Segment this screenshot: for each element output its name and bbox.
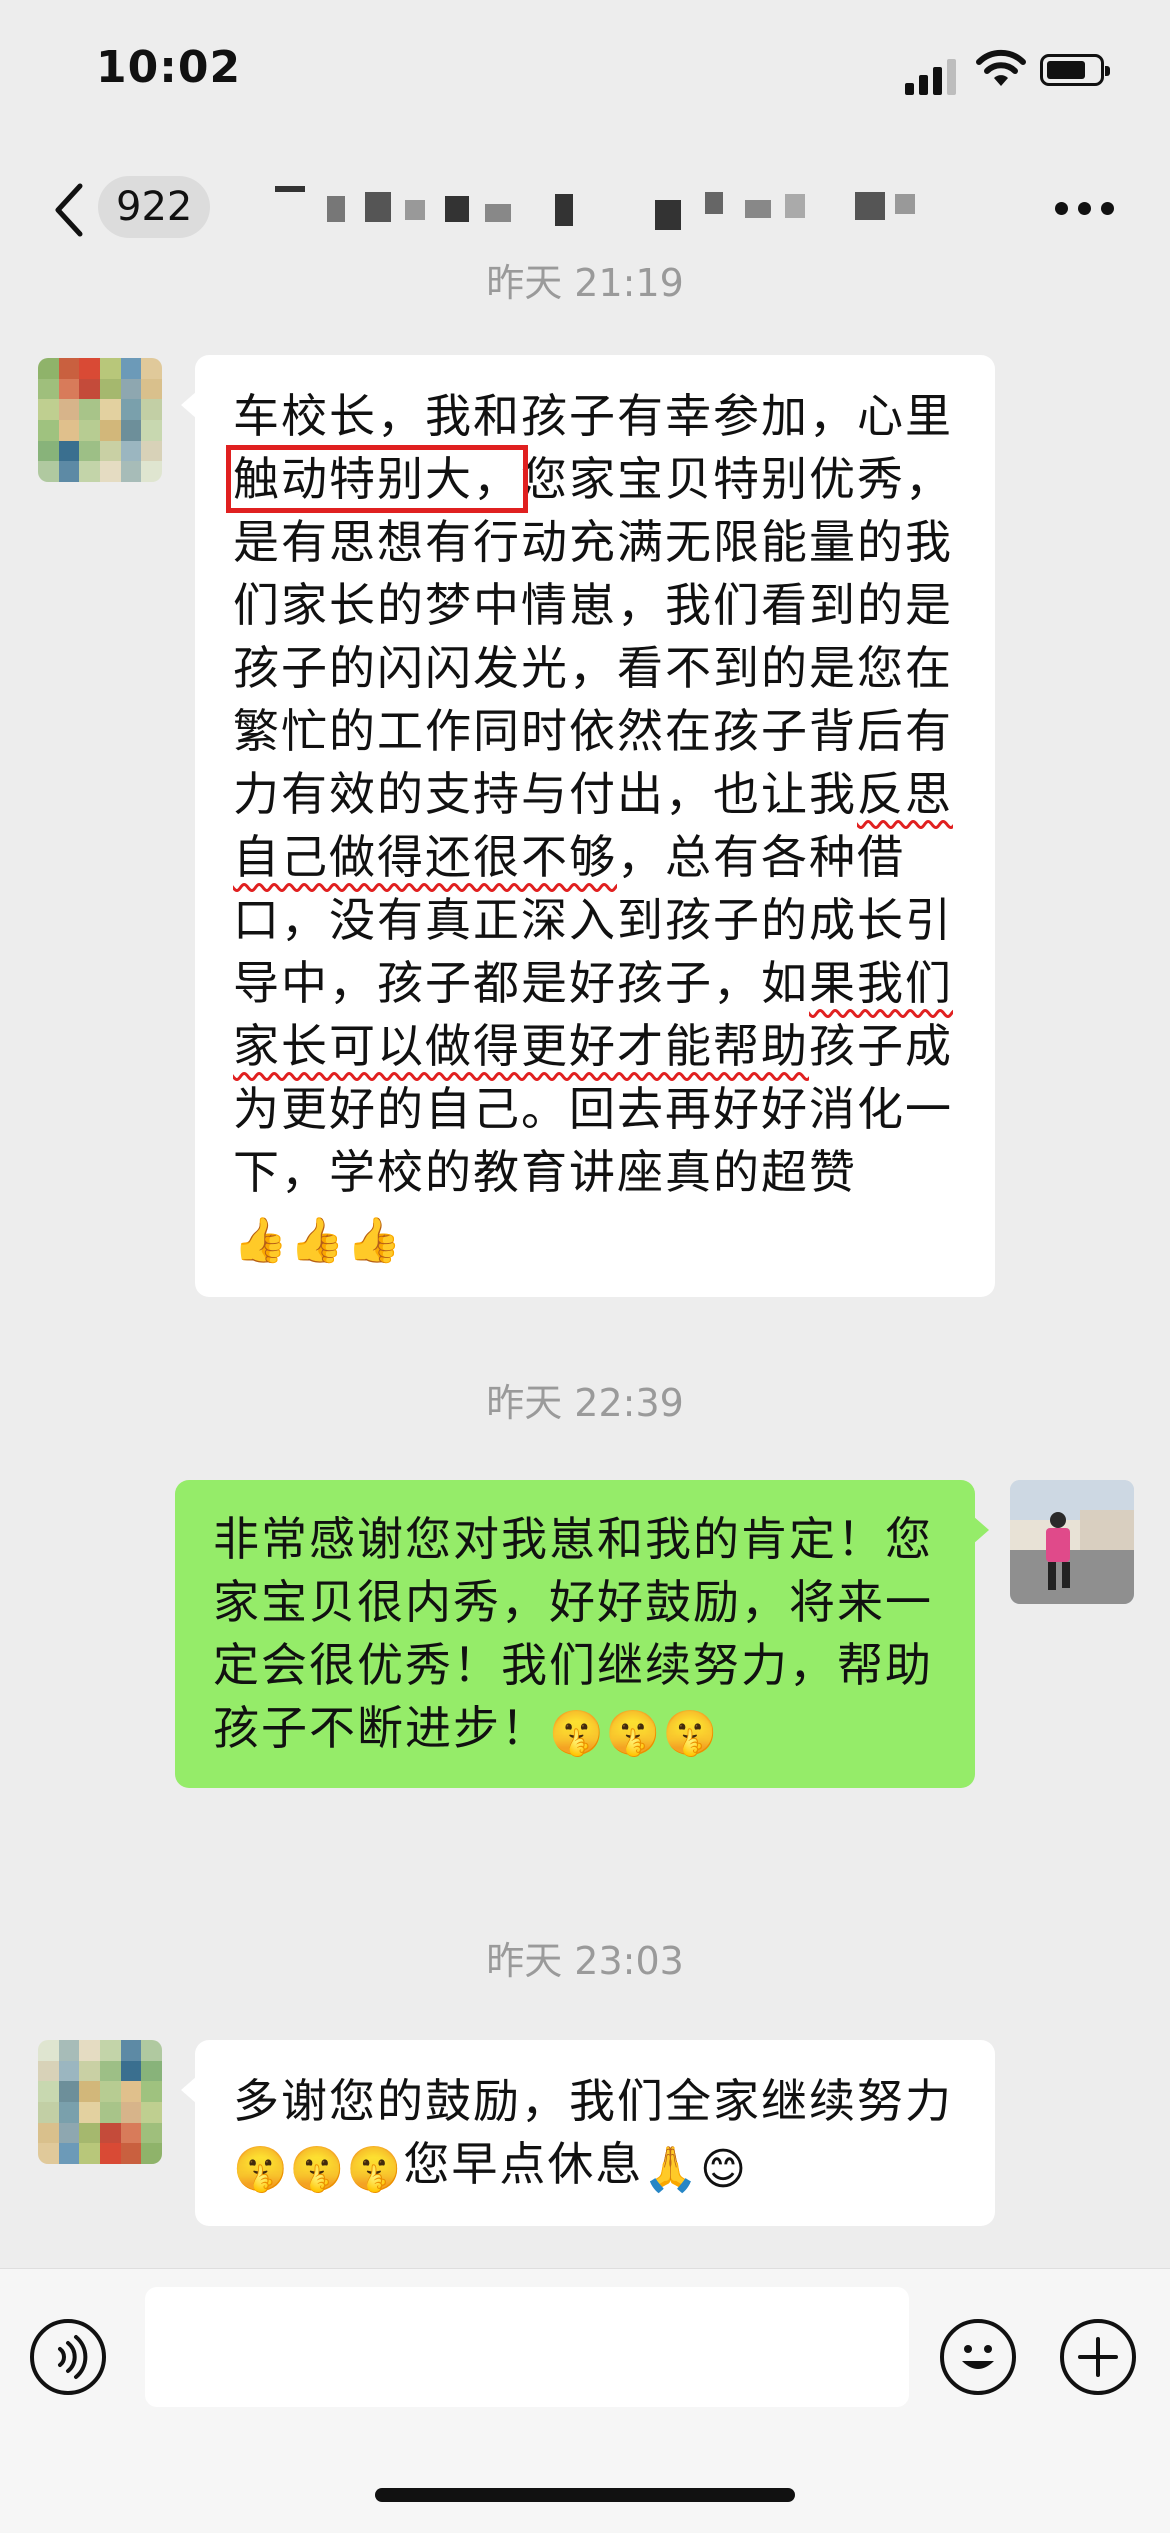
emoji-group: 🙏😊 — [643, 2144, 749, 2195]
avatar[interactable] — [38, 2040, 162, 2164]
plus-icon[interactable] — [1060, 2319, 1136, 2395]
unread-count-badge[interactable]: 922 — [98, 176, 211, 238]
emoji-icon[interactable] — [940, 2319, 1016, 2395]
message-text: 非常感谢您对我崽和我的肯定！您家宝贝很内秀，好好鼓励，将来一定会很优秀！我们继续… — [213, 1508, 941, 1760]
status-bar: 10:02 — [0, 0, 1170, 150]
timestamp: 昨天 23:03 — [486, 1939, 684, 1983]
text-segment: 车校长，我和孩子有幸参加，心里 — [233, 389, 953, 443]
voice-icon[interactable] — [30, 2319, 106, 2395]
timestamp: 昨天 22:39 — [486, 1381, 684, 1425]
emoji-group: 👍👍👍 — [233, 1215, 404, 1266]
emoji-group: 🤫🤫🤫 — [233, 2144, 404, 2195]
message-bubble[interactable]: 多谢您的鼓励，我们全家继续努力 🤫🤫🤫您早点休息🙏😊 — [181, 2040, 995, 2226]
wifi-icon — [975, 48, 1027, 88]
emoji-group: 🤫🤫🤫 — [549, 1708, 720, 1759]
message-input[interactable] — [145, 2287, 909, 2407]
chevron-left-icon[interactable] — [48, 180, 88, 240]
battery-icon — [1040, 54, 1110, 86]
text-segment: 您早点休息 — [403, 2137, 644, 2191]
text-segment: 多谢您的鼓励，我们全家继续努力 — [233, 2074, 953, 2128]
text-segment: 您家宝贝特别优秀，是有思想有行动充满无限能量的我们家长的梦中情崽，我们看到的是孩… — [233, 452, 953, 821]
highlighted-phrase: 触动特别大， — [226, 445, 528, 513]
message-text: 车校长，我和孩子有幸参加，心里触动特别大，您家宝贝特别优秀，是有思想有行动充满无… — [226, 385, 965, 1267]
chat-title-redacted — [255, 174, 955, 244]
status-time: 10:02 — [96, 42, 242, 93]
cellular-signal-icon — [905, 55, 965, 95]
home-indicator[interactable] — [375, 2488, 795, 2502]
avatar[interactable] — [1010, 1480, 1134, 1604]
message-bubble[interactable]: 非常感谢您对我崽和我的肯定！您家宝贝很内秀，好好鼓励，将来一定会很优秀！我们继续… — [175, 1480, 989, 1788]
message-bubble[interactable]: 车校长，我和孩子有幸参加，心里触动特别大，您家宝贝特别优秀，是有思想有行动充满无… — [181, 355, 995, 1297]
avatar[interactable] — [38, 358, 162, 482]
more-icon[interactable] — [1055, 202, 1115, 218]
timestamp: 昨天 21:19 — [486, 261, 684, 305]
message-text: 多谢您的鼓励，我们全家继续努力 🤫🤫🤫您早点休息🙏😊 — [233, 2070, 965, 2196]
